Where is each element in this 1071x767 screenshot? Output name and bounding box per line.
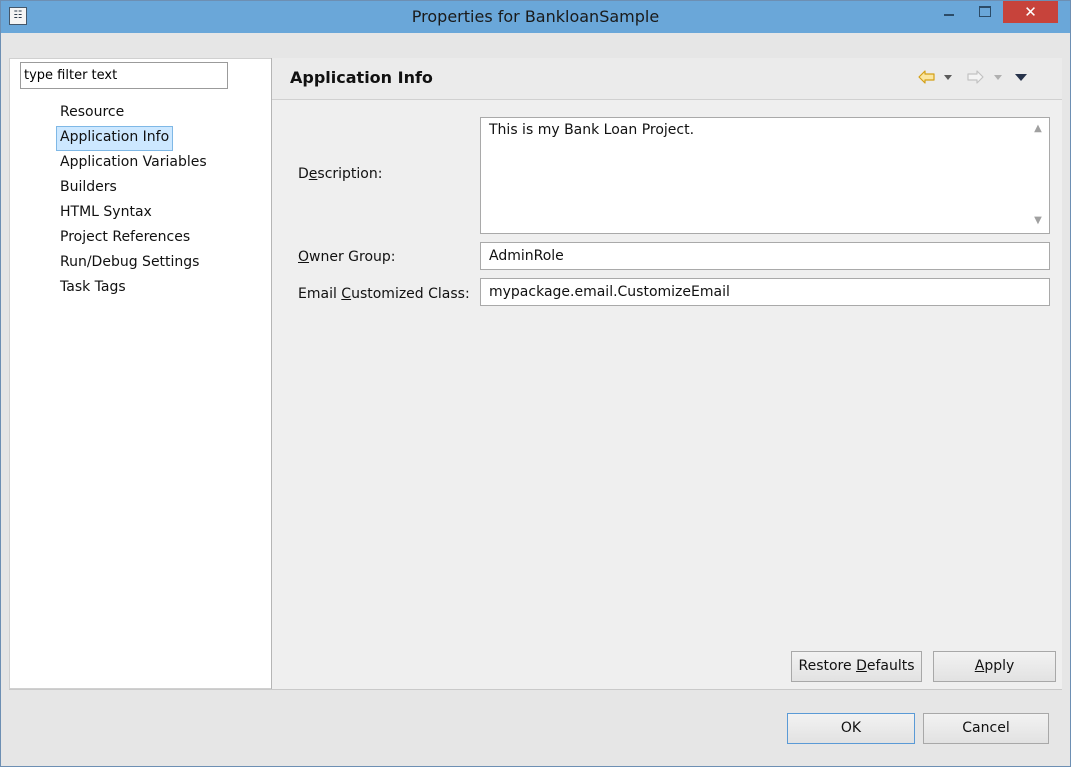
restore-defaults-button[interactable]: Restore Defaults	[791, 651, 922, 682]
title-bar[interactable]: ☷ Properties for BankloanSample ✕	[1, 1, 1070, 33]
view-menu-icon[interactable]	[1012, 70, 1030, 86]
tree-item-project-references[interactable]: Project References	[56, 226, 266, 251]
filter-input[interactable]	[20, 62, 228, 89]
page-header: Application Info	[272, 58, 1062, 100]
apply-button[interactable]: Apply	[933, 651, 1056, 682]
tree-item-application-info[interactable]: Application Info	[56, 126, 174, 151]
tree-item-resource[interactable]: Resource	[56, 101, 266, 126]
cancel-button[interactable]: Cancel	[923, 713, 1049, 744]
page-title: Application Info	[290, 68, 433, 87]
email-customized-class-label: Email Customized Class:	[298, 286, 470, 302]
tree-item-task-tags[interactable]: Task Tags	[56, 276, 266, 301]
properties-window-icon: ☷	[9, 7, 27, 25]
tree-item-run-debug-settings[interactable]: Run/Debug Settings	[56, 251, 266, 276]
minimize-button[interactable]	[932, 1, 966, 23]
forward-arrow-icon[interactable]	[966, 70, 984, 86]
navigation-toolbar	[918, 70, 1048, 88]
back-dropdown-icon[interactable]	[940, 70, 958, 86]
maximize-button[interactable]	[967, 1, 1002, 23]
description-field[interactable]: This is my Bank Loan Project.	[480, 117, 1050, 234]
scroll-down-icon[interactable]: ▼	[1030, 213, 1046, 229]
back-arrow-icon[interactable]	[918, 70, 936, 86]
tree-item-html-syntax[interactable]: HTML Syntax	[56, 201, 266, 226]
description-label: Description:	[298, 166, 383, 182]
window-title: Properties for BankloanSample	[411, 7, 660, 26]
email-customized-class-field[interactable]	[480, 278, 1050, 306]
close-button[interactable]: ✕	[1003, 1, 1058, 23]
tree-item-application-variables[interactable]: Application Variables	[56, 151, 266, 176]
forward-dropdown-icon[interactable]	[990, 70, 1008, 86]
owner-group-field[interactable]	[480, 242, 1050, 270]
close-icon: ✕	[1024, 3, 1037, 21]
category-tree: Resource Application Info Application Va…	[56, 101, 266, 301]
owner-group-label: Owner Group:	[298, 249, 396, 265]
button-bar-divider	[9, 689, 1062, 690]
tree-item-builders[interactable]: Builders	[56, 176, 266, 201]
ok-button[interactable]: OK	[787, 713, 915, 744]
properties-dialog: ☷ Properties for BankloanSample ✕ Resour…	[0, 0, 1071, 767]
scroll-up-icon[interactable]: ▲	[1030, 121, 1046, 137]
